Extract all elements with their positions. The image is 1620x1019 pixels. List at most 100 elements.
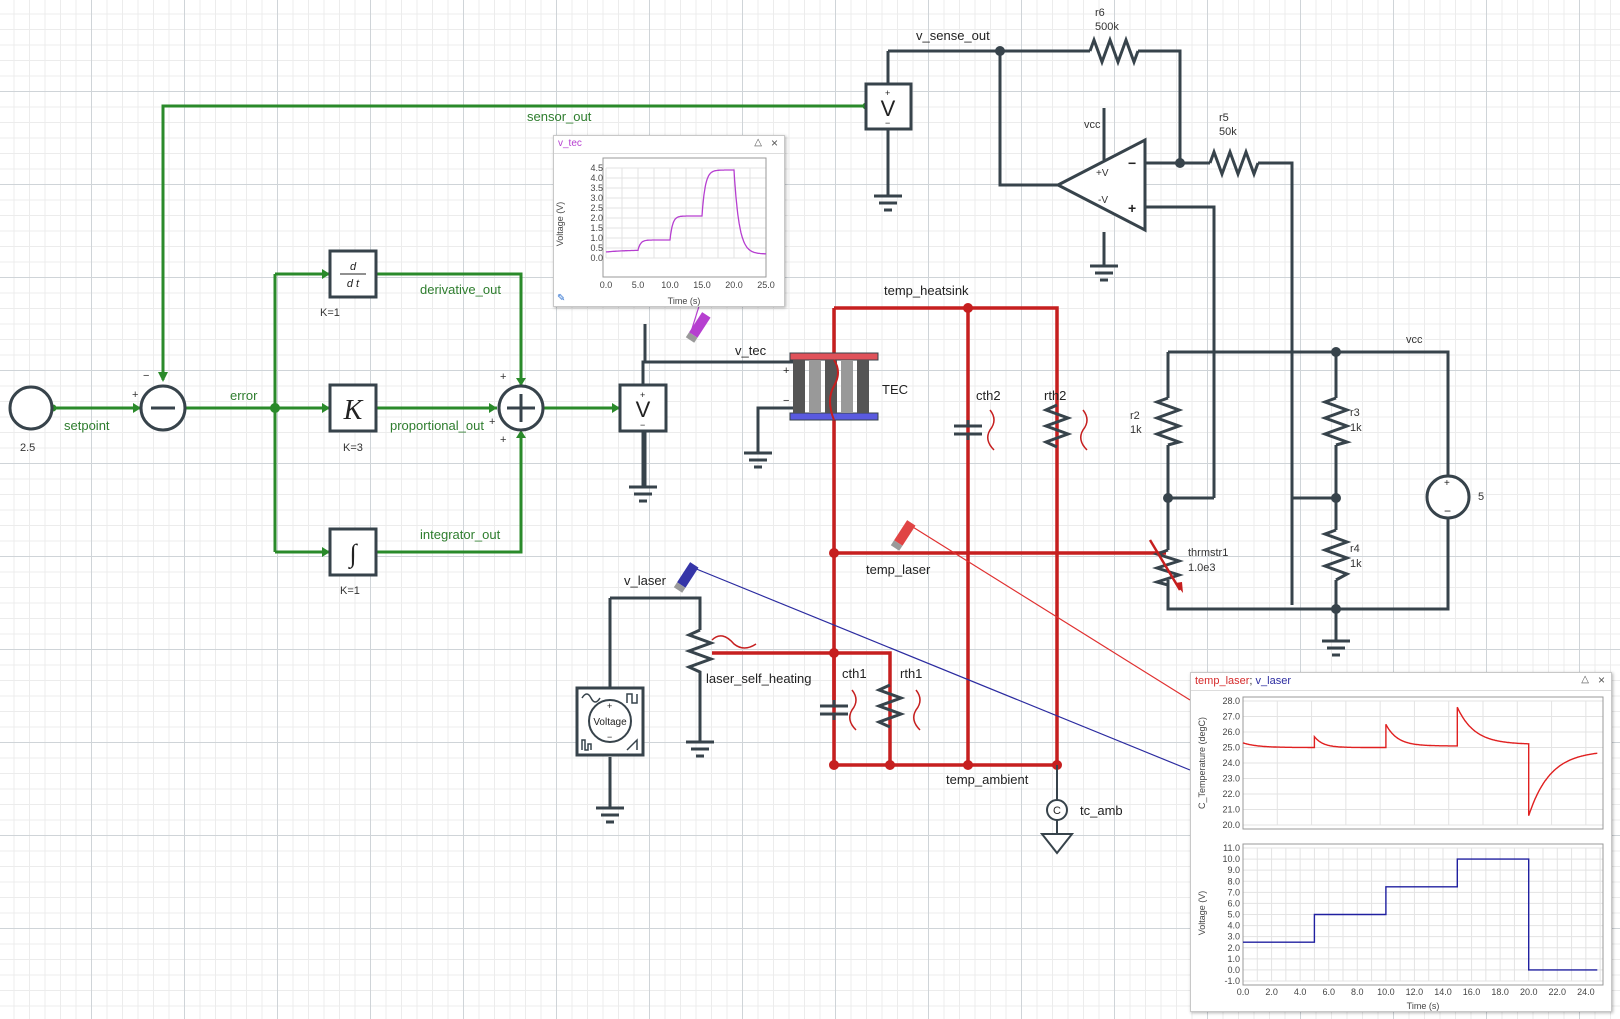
tec-module[interactable]	[789, 352, 879, 421]
r6-resistor[interactable]	[1088, 35, 1140, 67]
r5-name: r5	[1219, 112, 1229, 124]
r4-resistor[interactable]	[1320, 528, 1352, 582]
opamp[interactable]: +V -V − +	[1054, 137, 1147, 233]
opamp-noninverting-sign: +	[1128, 200, 1136, 216]
axis-tick-label: 0.0	[1237, 987, 1250, 997]
probe-vlaser-icon[interactable]	[673, 562, 699, 593]
rth2-label: rth2	[1044, 388, 1066, 403]
axis-tick-label: 8.0	[1351, 987, 1364, 997]
temp-heatsink-label: temp_heatsink	[884, 283, 969, 298]
axis-tick-label: 26.0	[1222, 727, 1240, 737]
laser-voltage-source[interactable]: Voltage + −	[575, 686, 645, 757]
scope-laser-title-sep: ;	[1249, 675, 1253, 687]
rth1-label: rth1	[900, 666, 922, 681]
probe-vtec-icon[interactable]	[685, 312, 711, 343]
axis-tick-label: 1.5	[590, 223, 603, 233]
ground-sensor-icon	[874, 194, 902, 212]
cth2-label: cth2	[976, 388, 1001, 403]
scope-vtec-titlebar[interactable]: v_tec △ ×	[554, 136, 784, 154]
rth1-heat-arrow-icon	[913, 689, 921, 731]
pid-summer[interactable]	[497, 384, 545, 432]
error-label: error	[230, 388, 258, 403]
derivative-gain: K=1	[320, 307, 340, 319]
cth1-heat-arrow-icon	[849, 689, 857, 731]
axis-tick-label: 24.0	[1577, 987, 1595, 997]
schematic-canvas[interactable]: 2.5 setpoint + − error sensor_out d d t …	[0, 0, 1620, 1019]
close-icon[interactable]: ×	[1598, 673, 1605, 687]
axis-tick-label: 3.0	[590, 193, 603, 203]
r4-value: 1k	[1350, 558, 1362, 570]
axis-tick-label: 3.5	[590, 183, 603, 193]
laser-bottom-ylabel: Voltage (V)	[1197, 891, 1207, 936]
derivative-symbol-top: d	[350, 261, 357, 273]
axis-tick-label: 10.0	[1377, 987, 1395, 997]
vtec-ylabel: Voltage (V)	[555, 202, 565, 247]
voltage-source-minus: −	[607, 732, 612, 742]
axis-tick-label: 6.0	[1322, 987, 1335, 997]
r3-value: 1k	[1350, 422, 1362, 434]
axis-tick-label: 6.0	[1227, 898, 1240, 908]
sensor-voltmeter[interactable]: V + −	[864, 82, 913, 131]
r3-resistor[interactable]	[1320, 396, 1352, 447]
thermistor[interactable]	[1148, 539, 1184, 609]
cth1-label: cth1	[842, 666, 867, 681]
edit-pencil-icon[interactable]: ✎	[557, 293, 565, 304]
axis-tick-label: 0.0	[1227, 965, 1240, 975]
r2-resistor[interactable]	[1152, 396, 1184, 447]
derivative-block[interactable]: d d t	[328, 249, 378, 299]
axis-tick-label: 2.0	[1265, 987, 1278, 997]
axis-tick-label: 25.0	[757, 280, 775, 290]
axis-tick-label: 25.0	[1222, 743, 1240, 753]
proportional-block[interactable]: K	[328, 383, 378, 433]
tec-minus: −	[783, 395, 789, 407]
axis-tick-label: 15.0	[693, 280, 711, 290]
integrator-out-label: integrator_out	[420, 527, 501, 542]
scope-laser-titlebar[interactable]: temp_laser; v_laser △ ×	[1191, 673, 1611, 691]
axis-tick-label: 1.0	[590, 233, 603, 243]
ground-tec-icon	[744, 451, 772, 469]
thermistor-name: thrmstr1	[1188, 547, 1228, 559]
axis-tick-label: 21.0	[1222, 805, 1240, 815]
setpoint-source[interactable]	[8, 385, 54, 431]
close-icon[interactable]: ×	[771, 136, 778, 150]
integrator-gain: K=1	[340, 585, 360, 597]
summer-plus-bottom: +	[500, 434, 506, 446]
axis-tick-label: 0.0	[600, 280, 613, 290]
r5-resistor[interactable]	[1208, 147, 1260, 179]
axis-tick-label: 4.0	[1294, 987, 1307, 997]
dc-source-5v[interactable]: + −	[1425, 474, 1471, 520]
thermal-wires	[712, 303, 1166, 770]
dc-source-minus: −	[1444, 504, 1451, 518]
integrator-block[interactable]: ∫	[328, 527, 378, 577]
thermistor-value: 1.0e3	[1188, 562, 1216, 574]
sensor-voltmeter-plus: +	[885, 88, 890, 98]
laser-heat-arrow-icon	[711, 635, 757, 649]
ambient-temperature-source[interactable]: C	[1039, 765, 1075, 855]
tc-amb-label: tc_amb	[1080, 803, 1123, 818]
ground-bridge-icon	[1322, 639, 1350, 657]
axis-tick-label: 20.0	[725, 280, 743, 290]
pin-icon[interactable]: △	[754, 137, 762, 148]
scope-vtec-window[interactable]: v_tec △ × 4.5 4.0 3.5 3.0 2.5 2.0 1.5 1.0 0.5 0.0…	[553, 135, 785, 307]
scope-laser-plot: 28.0 27.0 26.0 25.0 24.0 23.0 22.0 21.0 20.0 C_T…	[1197, 696, 1604, 1011]
axis-tick-label: 3.0	[1227, 932, 1240, 942]
axis-tick-label: 2.0	[1227, 943, 1240, 953]
sensor-voltmeter-minus: −	[885, 118, 890, 128]
temp-laser-trace	[1242, 706, 1598, 816]
scope-laser-window[interactable]: temp_laser; v_laser △ × 28.0 27.0 26.0 25.0…	[1190, 672, 1612, 1012]
pin-icon[interactable]: △	[1581, 674, 1589, 685]
tec-label: TEC	[882, 382, 908, 397]
scope-vtec-title: v_tec	[558, 138, 582, 149]
v-laser-probe-wire	[688, 565, 1191, 771]
ground-source-icon	[596, 806, 624, 824]
axis-tick-label: 5.0	[1227, 910, 1240, 920]
dc-source-plus: +	[1444, 478, 1450, 489]
opamp-vcc-label: vcc	[1084, 119, 1101, 131]
tec-voltage-driver[interactable]: V + −	[618, 383, 668, 433]
error-subtractor[interactable]	[139, 384, 187, 432]
axis-tick-label: 4.0	[590, 173, 603, 183]
axis-tick-label: 28.0	[1222, 696, 1240, 706]
voltage-source-plus: +	[607, 701, 612, 711]
axis-tick-label: 18.0	[1491, 987, 1509, 997]
probe-templaser-icon[interactable]	[890, 520, 916, 551]
